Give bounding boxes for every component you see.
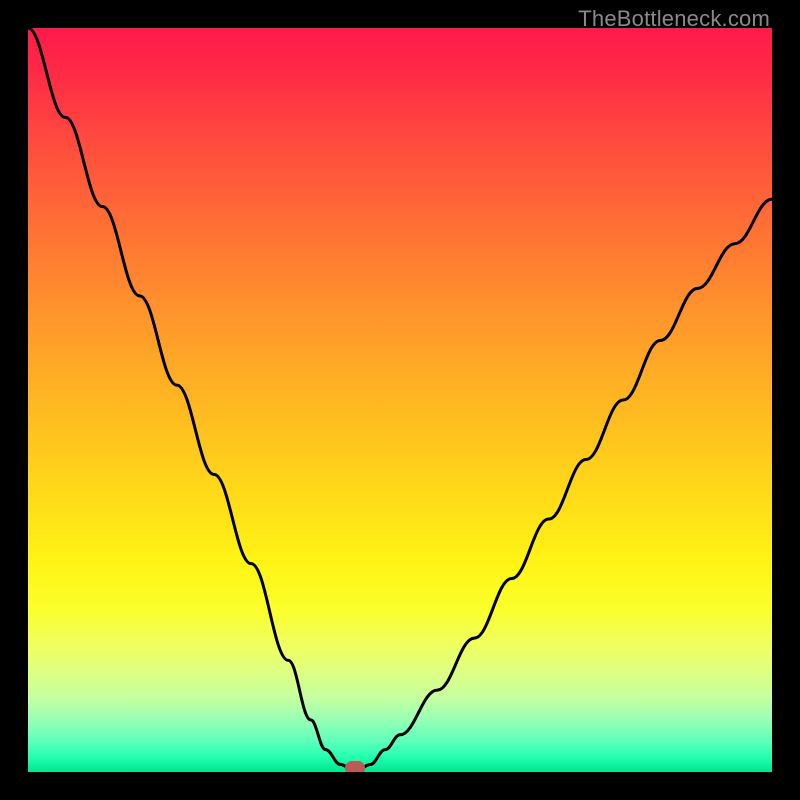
plot-area xyxy=(28,28,772,772)
bottleneck-curve xyxy=(28,28,772,772)
chart-frame: TheBottleneck.com xyxy=(0,0,800,800)
watermark-text: TheBottleneck.com xyxy=(578,6,770,32)
optimal-marker xyxy=(345,761,365,772)
curve-path xyxy=(28,28,772,772)
